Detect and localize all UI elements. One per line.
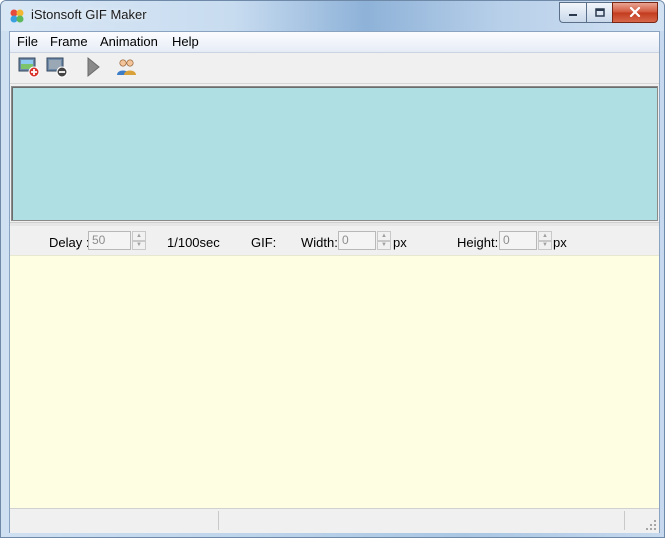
close-icon xyxy=(629,5,641,20)
add-image-button[interactable] xyxy=(17,56,41,80)
spin-down-icon[interactable]: ▼ xyxy=(538,240,552,250)
width-label: Width: xyxy=(301,235,338,250)
spin-up-icon[interactable]: ▲ xyxy=(377,231,391,241)
users-icon xyxy=(115,56,137,81)
delay-spinner[interactable]: 50 ▲ ▼ xyxy=(88,231,146,250)
height-spin-arrows[interactable]: ▲ ▼ xyxy=(538,231,552,250)
width-input[interactable]: 0 xyxy=(338,231,376,250)
status-pane-1 xyxy=(10,511,219,530)
width-spin-arrows[interactable]: ▲ ▼ xyxy=(377,231,391,250)
panel-splitter[interactable] xyxy=(10,222,659,226)
remove-image-icon xyxy=(46,56,68,81)
delay-spin-arrows[interactable]: ▲ ▼ xyxy=(132,231,146,250)
window-title: iStonsoft GIF Maker xyxy=(31,7,147,22)
maximize-icon xyxy=(594,5,605,20)
menu-animation[interactable]: Animation xyxy=(97,34,161,49)
spin-up-icon[interactable]: ▲ xyxy=(538,231,552,241)
menu-bar: File Frame Animation Help xyxy=(10,32,659,53)
menu-frame[interactable]: Frame xyxy=(47,34,91,49)
close-button[interactable] xyxy=(612,2,658,23)
toolbar xyxy=(10,53,659,84)
gif-settings-bar: Delay : 50 ▲ ▼ 1/100sec GIF: Width: 0 ▲ … xyxy=(10,227,659,255)
delay-label: Delay : xyxy=(49,235,90,250)
gif-maker-app-icon xyxy=(9,8,25,24)
frames-panel[interactable] xyxy=(11,86,658,221)
menu-file[interactable]: File xyxy=(14,34,41,49)
height-spinner[interactable]: 0 ▲ ▼ xyxy=(499,231,552,250)
minimize-icon xyxy=(568,5,578,20)
remove-image-button[interactable] xyxy=(45,56,69,80)
width-unit: px xyxy=(393,235,407,250)
play-icon xyxy=(85,56,101,81)
delay-unit: 1/100sec xyxy=(167,235,220,250)
add-image-icon xyxy=(18,56,40,81)
maximize-button[interactable] xyxy=(586,2,612,23)
height-label: Height: xyxy=(457,235,499,250)
width-spinner[interactable]: 0 ▲ ▼ xyxy=(338,231,391,250)
title-bar[interactable]: iStonsoft GIF Maker xyxy=(1,1,664,31)
status-bar xyxy=(10,508,659,533)
menu-help[interactable]: Help xyxy=(169,34,202,49)
height-input[interactable]: 0 xyxy=(499,231,537,250)
spin-down-icon[interactable]: ▼ xyxy=(132,240,146,250)
app-window: iStonsoft GIF Maker File Frame Animation… xyxy=(0,0,665,538)
resize-grip-icon[interactable] xyxy=(645,519,657,531)
users-button[interactable] xyxy=(114,56,138,80)
caption-buttons xyxy=(559,2,658,23)
spin-down-icon[interactable]: ▼ xyxy=(377,240,391,250)
gif-label: GIF: xyxy=(251,235,277,250)
minimize-button[interactable] xyxy=(559,2,586,23)
status-pane-2 xyxy=(220,511,625,530)
play-button[interactable] xyxy=(81,56,105,80)
height-unit: px xyxy=(553,235,567,250)
delay-input[interactable]: 50 xyxy=(88,231,131,250)
client-area: File Frame Animation Help Delay: 50 ▲ ▼… xyxy=(9,31,660,533)
preview-area[interactable] xyxy=(10,255,659,508)
spin-up-icon[interactable]: ▲ xyxy=(132,231,146,241)
